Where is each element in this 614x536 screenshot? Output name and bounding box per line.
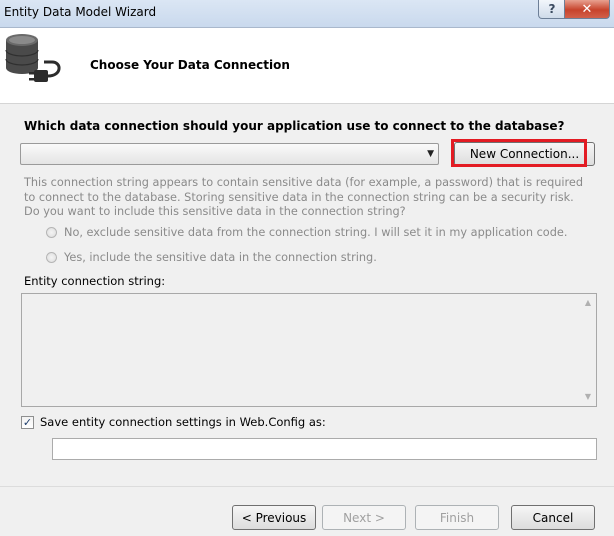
save-settings-label: Save entity connection settings in Web.C… xyxy=(40,415,326,429)
close-button[interactable]: ✕ xyxy=(564,0,610,19)
radio-include-label: Yes, include the sensitive data in the c… xyxy=(64,250,377,264)
sensitive-data-note: This connection string appears to contai… xyxy=(24,176,584,218)
radio-button[interactable] xyxy=(46,226,57,238)
highlight-box xyxy=(451,139,587,167)
wizard-header: Choose Your Data Connection xyxy=(0,28,614,104)
title-bar: Entity Data Model Wizard ? ✕ xyxy=(0,0,614,28)
database-plug-icon xyxy=(5,34,61,82)
vertical-scrollbar[interactable]: ▲ ▼ xyxy=(579,294,596,406)
finish-button[interactable]: Finish xyxy=(415,505,499,530)
radio-exclude-label: No, exclude sensitive data from the conn… xyxy=(64,225,568,239)
footer-divider xyxy=(0,486,614,487)
entity-connection-string-textbox[interactable]: ▲ ▼ xyxy=(21,293,597,407)
cancel-button[interactable]: Cancel xyxy=(511,505,595,530)
help-button[interactable]: ? xyxy=(538,0,566,19)
finish-label: Finish xyxy=(439,510,475,525)
radio-include-sensitive[interactable]: Yes, include the sensitive data in the c… xyxy=(46,249,377,265)
connection-question-label: Which data connection should your applic… xyxy=(24,119,565,133)
next-label: Next > xyxy=(343,510,385,525)
webconfig-name-input[interactable] xyxy=(52,438,597,460)
page-title: Choose Your Data Connection xyxy=(90,58,290,72)
entity-connection-string-label: Entity connection string: xyxy=(24,274,166,288)
previous-label: < Previous xyxy=(241,510,307,525)
scroll-up-arrow-icon[interactable]: ▲ xyxy=(585,298,591,307)
cancel-label: Cancel xyxy=(532,510,574,525)
save-settings-checkbox-row[interactable]: ✓ Save entity connection settings in Web… xyxy=(21,414,326,430)
radio-button[interactable] xyxy=(46,251,57,263)
save-settings-checkbox[interactable]: ✓ xyxy=(21,415,34,429)
previous-button[interactable]: < Previous xyxy=(232,505,316,530)
scroll-down-arrow-icon[interactable]: ▼ xyxy=(585,392,591,401)
close-icon: ✕ xyxy=(581,1,593,17)
window-title: Entity Data Model Wizard xyxy=(4,5,157,19)
chevron-down-icon: ▼ xyxy=(427,149,434,159)
help-icon: ? xyxy=(548,2,556,16)
radio-exclude-sensitive[interactable]: No, exclude sensitive data from the conn… xyxy=(46,224,567,240)
data-connection-dropdown[interactable]: ▼ xyxy=(20,143,439,165)
next-button[interactable]: Next > xyxy=(322,505,406,530)
